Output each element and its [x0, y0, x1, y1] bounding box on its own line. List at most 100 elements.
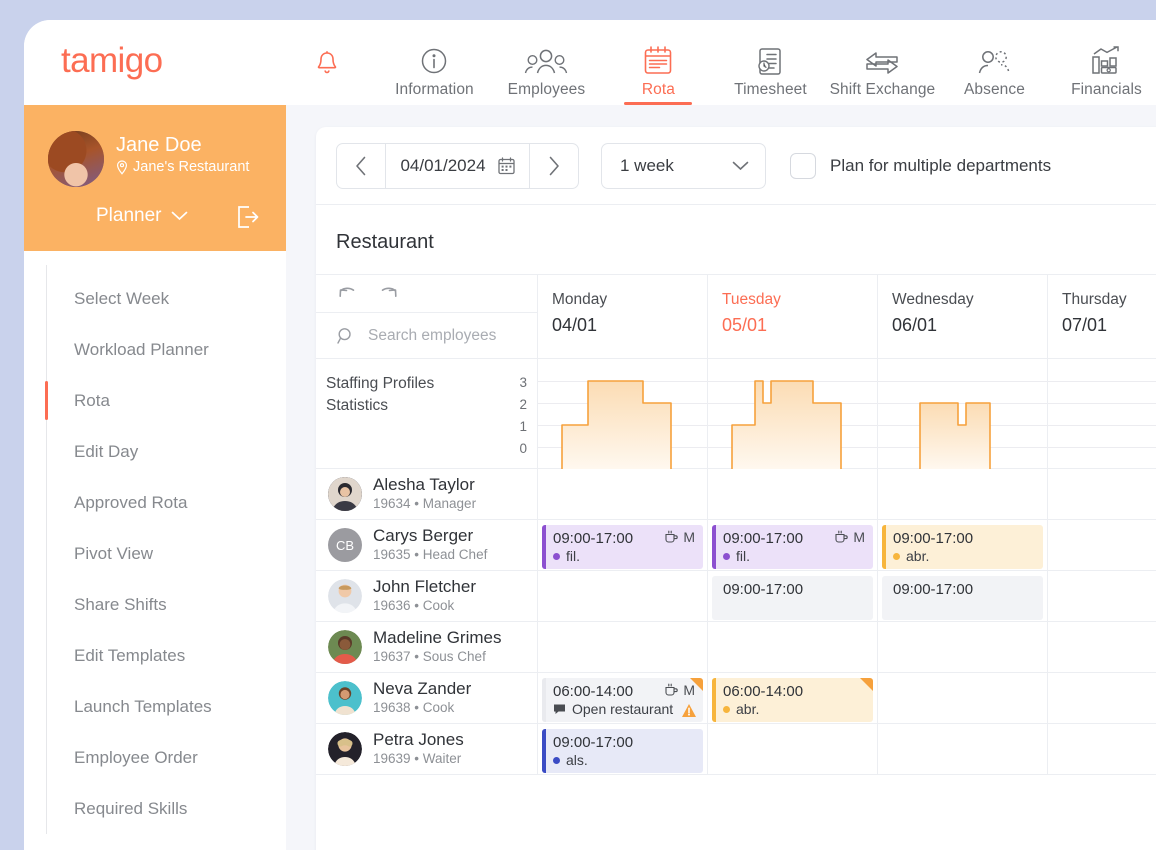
shift-block[interactable]: 06:00-14:00 abr. — [712, 678, 873, 722]
stats-title-line1: Staffing Profiles — [326, 373, 537, 395]
previous-week-button[interactable] — [337, 144, 385, 188]
sidebar-item-pivot-view[interactable]: Pivot View — [24, 528, 286, 579]
shift-cell[interactable] — [1048, 724, 1156, 775]
shift-block[interactable]: 09:00-17:00 fil. M — [542, 525, 703, 569]
nav-item-timesheet[interactable]: Timesheet — [714, 20, 826, 105]
employee-row[interactable]: Alesha Taylor19634 • Manager — [316, 469, 537, 520]
shift-color-bar — [542, 678, 546, 722]
sidebar-item-rota[interactable]: Rota — [24, 375, 286, 426]
shift-cell[interactable] — [538, 622, 707, 673]
day-header[interactable]: Tuesday 05/01 — [708, 275, 877, 359]
shift-cell[interactable]: 09:00-17:00 fil. M — [538, 520, 707, 571]
day-date: 05/01 — [722, 315, 877, 336]
shift-block[interactable]: 09:00-17:00 fil. M — [712, 525, 873, 569]
shift-cell[interactable] — [1048, 622, 1156, 673]
nav-item-rota[interactable]: Rota — [602, 20, 714, 105]
redo-arrow-icon[interactable] — [378, 287, 398, 301]
shift-cell[interactable] — [878, 622, 1047, 673]
shift-cell[interactable] — [878, 673, 1047, 724]
user-profile-card: Jane Doe Jane's Restaurant Planner — [24, 105, 286, 251]
search-input[interactable]: Search employees — [368, 327, 496, 345]
shift-cell[interactable] — [878, 469, 1047, 520]
sidebar-item-select-week[interactable]: Select Week — [24, 273, 286, 324]
shift-cell[interactable] — [1048, 571, 1156, 622]
day-name: Tuesday — [722, 291, 877, 309]
shift-cell[interactable]: 06:00-14:00 abr. — [708, 673, 877, 724]
sidebar-item-workload-planner[interactable]: Workload Planner — [24, 324, 286, 375]
sidebar-item-required-skills[interactable]: Required Skills — [24, 783, 286, 834]
shift-cell[interactable]: 06:00-14:00 Open restaurant M — [538, 673, 707, 724]
shift-cell[interactable] — [1048, 520, 1156, 571]
nav-item-absence[interactable]: Absence — [938, 20, 1050, 105]
shift-break-info: M — [834, 529, 865, 545]
logout-icon — [236, 205, 260, 229]
nav-item-financials[interactable]: Financials — [1050, 20, 1156, 105]
shift-block[interactable]: 09:00-17:00 abr. — [882, 525, 1043, 569]
period-select[interactable]: 1 week — [601, 143, 766, 189]
shift-block[interactable]: 09:00-17:00 als. — [542, 729, 703, 773]
stats-title-line2: Statistics — [326, 395, 537, 417]
shift-cell[interactable]: 09:00-17:00 als. — [538, 724, 707, 775]
logout-button[interactable] — [236, 205, 260, 229]
sidebar-item-label: Rota — [74, 391, 110, 411]
user-location: Jane's Restaurant — [116, 159, 249, 175]
clipboard-clock-icon — [756, 42, 784, 76]
next-week-button[interactable] — [530, 144, 578, 188]
sidebar-item-employee-order[interactable]: Employee Order — [24, 732, 286, 783]
role-switcher[interactable]: Planner — [96, 205, 188, 227]
shift-cell[interactable] — [878, 724, 1047, 775]
nav-item-list: Information Employees Rota Timesheet — [378, 20, 1156, 105]
day-date: 07/01 — [1062, 315, 1156, 336]
shift-time: 09:00-17:00 — [893, 581, 1035, 598]
employee-row[interactable]: Madeline Grimes19637 • Sous Chef — [316, 622, 537, 673]
y-tick: 0 — [513, 438, 527, 460]
nav-item-employees[interactable]: Employees — [490, 20, 602, 105]
employee-name: Petra Jones — [373, 730, 464, 749]
employee-row[interactable]: CB Carys Berger19635 • Head Chef — [316, 520, 537, 571]
shift-block[interactable]: 09:00-17:00 — [712, 576, 873, 620]
shift-cell[interactable] — [1048, 673, 1156, 724]
shift-cell[interactable] — [538, 469, 707, 520]
shift-cell[interactable] — [708, 724, 877, 775]
chevron-left-icon — [355, 156, 367, 176]
tamigo-logo[interactable]: tamigo — [61, 41, 162, 81]
shift-cell[interactable] — [708, 622, 877, 673]
shift-cell[interactable]: 09:00-17:00 fil. M — [708, 520, 877, 571]
shift-subtitle: abr. — [723, 700, 865, 718]
app-body: Jane Doe Jane's Restaurant Planner — [24, 105, 1156, 850]
sidebar-item-edit-templates[interactable]: Edit Templates — [24, 630, 286, 681]
sidebar-item-share-shifts[interactable]: Share Shifts — [24, 579, 286, 630]
sidebar-menu: Select Week Workload Planner Rota Edit D… — [24, 251, 286, 834]
shift-cell[interactable]: 09:00-17:00 — [708, 571, 877, 622]
employee-meta: 19637 • Sous Chef — [373, 649, 486, 664]
notifications-bell-button[interactable] — [314, 49, 340, 77]
employee-meta: 19634 • Manager — [373, 496, 476, 511]
shift-cell[interactable]: 09:00-17:00 — [878, 571, 1047, 622]
date-input[interactable]: 04/01/2024 — [385, 144, 530, 188]
shift-cell[interactable] — [538, 571, 707, 622]
day-header[interactable]: Wednesday 06/01 — [878, 275, 1047, 359]
shift-cell[interactable]: 09:00-17:00 abr. — [878, 520, 1047, 571]
multi-department-toggle[interactable]: Plan for multiple departments — [790, 153, 1051, 179]
shift-time: 09:00-17:00 — [723, 581, 865, 598]
undo-arrow-icon[interactable] — [338, 287, 358, 301]
shift-block[interactable]: 06:00-14:00 Open restaurant M — [542, 678, 703, 722]
employee-row[interactable]: Petra Jones19639 • Waiter — [316, 724, 537, 775]
employee-search[interactable]: Search employees — [316, 313, 537, 359]
shift-cell[interactable] — [708, 469, 877, 520]
employee-row[interactable]: John Fletcher19636 • Cook — [316, 571, 537, 622]
sidebar-item-launch-templates[interactable]: Launch Templates — [24, 681, 286, 732]
day-header[interactable]: Thursday 07/01 — [1048, 275, 1156, 359]
day-header[interactable]: Monday 04/01 — [538, 275, 707, 359]
date-value: 04/01/2024 — [400, 156, 485, 176]
sidebar-item-approved-rota[interactable]: Approved Rota — [24, 477, 286, 528]
employee-row[interactable]: Neva Zander19638 • Cook — [316, 673, 537, 724]
shift-cell[interactable] — [1048, 469, 1156, 520]
shift-corner-flag — [690, 678, 703, 691]
nav-item-shift-exchange[interactable]: Shift Exchange — [826, 20, 938, 105]
shift-block[interactable]: 09:00-17:00 — [882, 576, 1043, 620]
nav-item-information[interactable]: Information — [378, 20, 490, 105]
multi-department-checkbox[interactable] — [790, 153, 816, 179]
warning-triangle-icon[interactable] — [681, 703, 697, 718]
sidebar-item-edit-day[interactable]: Edit Day — [24, 426, 286, 477]
